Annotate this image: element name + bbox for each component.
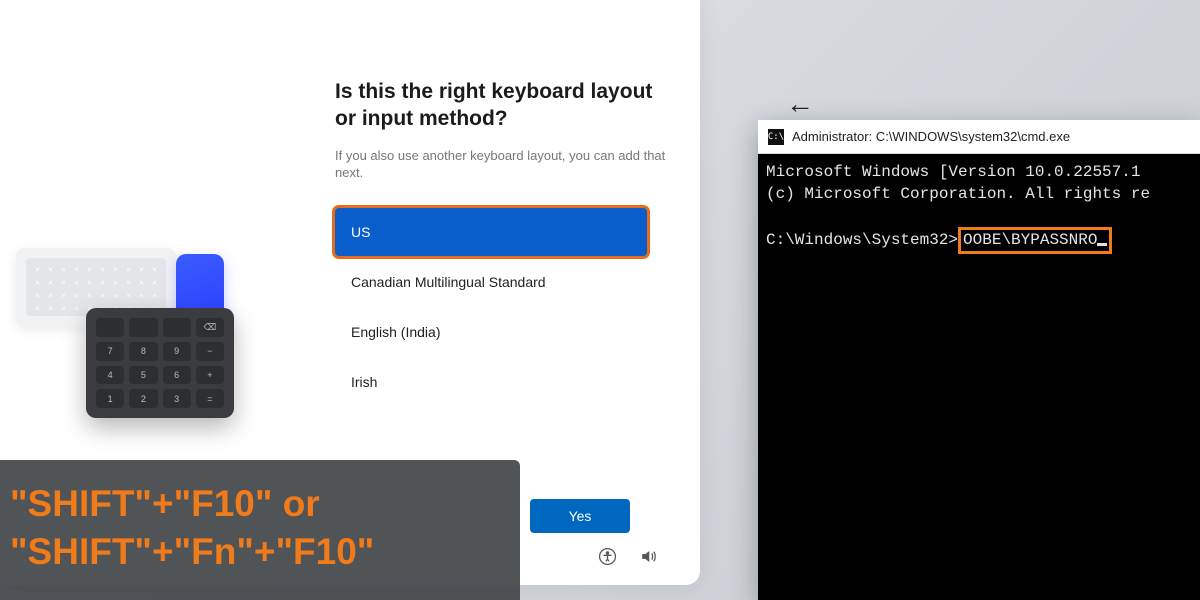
- back-arrow-icon[interactable]: ←: [786, 88, 814, 120]
- accessibility-icon[interactable]: [598, 547, 617, 571]
- oobe-title: Is this the right keyboard layout or inp…: [335, 78, 675, 133]
- caption-line-1: "SHIFT"+"F10" or: [10, 480, 504, 528]
- oobe-content: Is this the right keyboard layout or inp…: [335, 78, 675, 406]
- cmd-icon: C:\: [768, 129, 784, 145]
- caption-line-2: "SHIFT"+"Fn"+"F10": [10, 528, 504, 576]
- cmd-banner-line2: (c) Microsoft Corporation. All rights re: [766, 185, 1150, 203]
- cmd-banner-line1: Microsoft Windows [Version 10.0.22557.1: [766, 163, 1140, 181]
- keyboard-layout-item-english-india[interactable]: English (India): [335, 308, 647, 356]
- keyboard-layout-item-us[interactable]: US: [335, 208, 647, 256]
- volume-icon[interactable]: [639, 547, 658, 571]
- keyboard-layout-item-irish[interactable]: Irish: [335, 358, 647, 406]
- cmd-prompt: C:\Windows\System32>: [766, 231, 958, 249]
- cmd-window: C:\ Administrator: C:\WINDOWS\system32\c…: [758, 120, 1200, 600]
- keyboard-illustration: ⌫ 789− 456+ 123=: [8, 248, 258, 428]
- cmd-titlebar[interactable]: C:\ Administrator: C:\WINDOWS\system32\c…: [758, 120, 1200, 154]
- illustration-numpad: ⌫ 789− 456+ 123=: [86, 308, 234, 418]
- cmd-title-text: Administrator: C:\WINDOWS\system32\cmd.e…: [792, 129, 1070, 144]
- cmd-command-highlight: OOBE\BYPASSNRO: [958, 227, 1112, 255]
- keyboard-layout-item-canadian[interactable]: Canadian Multilingual Standard: [335, 258, 647, 306]
- keyboard-layout-list: US Canadian Multilingual Standard Englis…: [335, 208, 647, 406]
- system-tray: [598, 547, 658, 571]
- cmd-body[interactable]: Microsoft Windows [Version 10.0.22557.1 …: [758, 154, 1200, 600]
- cmd-cursor: [1097, 243, 1107, 246]
- cmd-command: OOBE\BYPASSNRO: [963, 231, 1097, 249]
- yes-button[interactable]: Yes: [530, 499, 630, 533]
- oobe-subtitle: If you also use another keyboard layout,…: [335, 147, 675, 182]
- hotkey-caption: "SHIFT"+"F10" or "SHIFT"+"Fn"+"F10": [0, 460, 520, 600]
